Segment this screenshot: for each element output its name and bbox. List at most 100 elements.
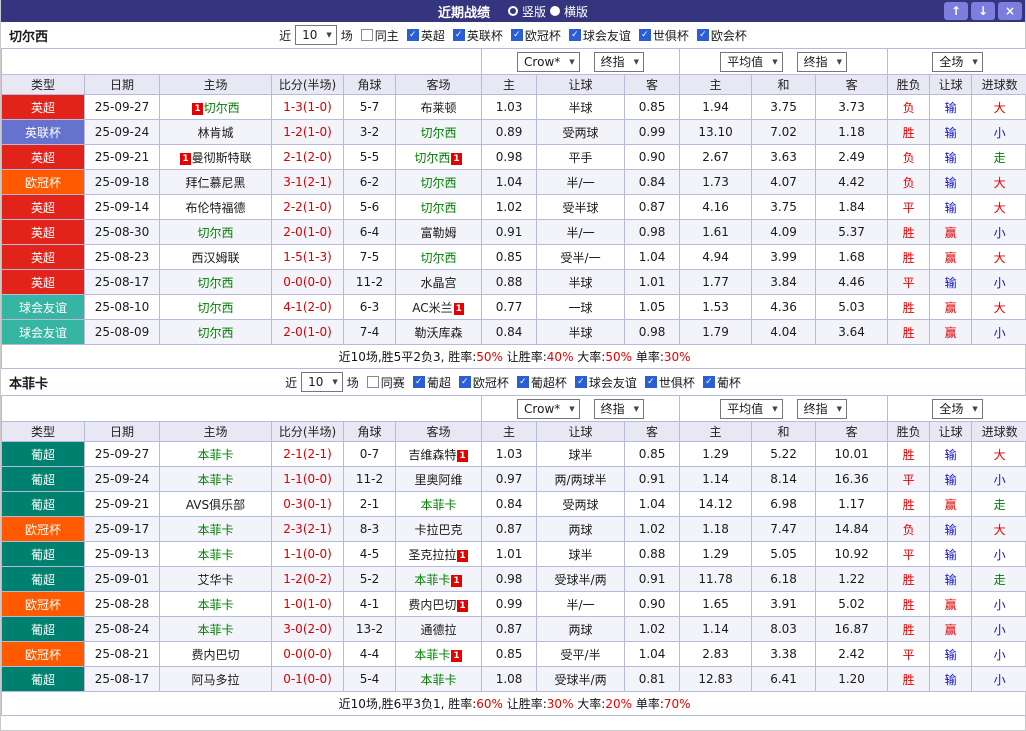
filter-checkbox-5[interactable]: ✓ 世俱杯 bbox=[638, 27, 689, 44]
match-count-select[interactable]: 10 ▼ bbox=[301, 372, 343, 392]
near-label: 近 bbox=[285, 375, 298, 390]
scroll-up-button[interactable]: ↑ bbox=[944, 2, 968, 20]
checkbox-icon[interactable]: ✓ bbox=[510, 29, 523, 41]
corners-cell: 4-5 bbox=[343, 541, 396, 567]
layout-radio-option-0[interactable]: 竖版 bbox=[507, 3, 546, 20]
checkbox-icon[interactable] bbox=[366, 376, 379, 388]
select-value: 终指 bbox=[803, 55, 828, 69]
filter-checkbox-6[interactable]: ✓ 葡杯 bbox=[702, 374, 741, 391]
handicap-home-odds-cell: 0.98 bbox=[481, 144, 538, 170]
avg-draw-odds-cell: 4.07 bbox=[751, 169, 817, 195]
filter-checkbox-2[interactable]: ✓ 英联杯 bbox=[452, 27, 503, 44]
match-row: 葡超 25-09-27 本菲卡 2-1(2-1) 0-7 吉维森特 1 1.03 球半 0.85 1… bbox=[1, 441, 1026, 467]
handicap-away-odds-cell: 0.87 bbox=[624, 194, 681, 220]
avg-draw-odds-cell: 3.38 bbox=[751, 641, 817, 667]
odds-source-select[interactable]: 终指 ▼ bbox=[796, 398, 847, 419]
handicap-away-odds-cell: 0.91 bbox=[624, 466, 681, 492]
checkbox-icon[interactable]: ✓ bbox=[638, 29, 651, 41]
handicap-home-odds-cell: 0.87 bbox=[481, 516, 538, 542]
odds-source-select[interactable]: 全场 ▼ bbox=[932, 51, 983, 72]
dropdown-group: 全场 ▼ bbox=[889, 51, 1026, 72]
checkbox-icon[interactable]: ✓ bbox=[458, 376, 471, 388]
checkbox-icon[interactable]: ✓ bbox=[644, 376, 657, 388]
filter-checkbox-2[interactable]: ✓ 欧冠杯 bbox=[458, 374, 509, 391]
filter-checkbox-4[interactable]: ✓ 球会友谊 bbox=[574, 374, 637, 391]
team-name: 水晶宫 bbox=[420, 275, 457, 290]
away-team-cell: 本菲卡 1 bbox=[394, 566, 483, 592]
handicap-away-odds-cell: 0.85 bbox=[624, 441, 681, 467]
corners-cell: 5-2 bbox=[343, 566, 396, 592]
odds-source-select[interactable]: 平均值 ▼ bbox=[720, 398, 783, 419]
radio-icon[interactable] bbox=[507, 6, 518, 16]
checkbox-icon[interactable]: ✓ bbox=[574, 376, 587, 388]
match-row: 球会友谊 25-08-10 切尔西 4-1(2-0) 6-3 AC米兰 1 0.77 一球 1.0… bbox=[1, 294, 1026, 320]
match-row: 欧冠杯 25-09-17 本菲卡 2-3(2-1) 8-3 卡拉巴克 0.87 两球 1.02 1… bbox=[1, 516, 1026, 542]
layout-radio-option-1[interactable]: 横版 bbox=[550, 3, 588, 20]
goals-result-cell: 大 bbox=[971, 94, 1026, 120]
handicap-result-cell: 赢 bbox=[929, 244, 973, 270]
checkbox-icon[interactable]: ✓ bbox=[568, 29, 581, 41]
close-button[interactable]: × bbox=[998, 2, 1022, 20]
checkbox-icon[interactable]: ✓ bbox=[516, 376, 529, 388]
filter-checkbox-3[interactable]: ✓ 葡超杯 bbox=[516, 374, 567, 391]
filter-controls: 近 10 ▼ 场同主 ✓ 英超 ✓ 英联杯 ✓ 欧冠杯 ✓ 球会友谊 ✓ 世俱杯 ✓ 欧会杯 bbox=[279, 25, 747, 45]
checkbox-icon[interactable]: ✓ bbox=[696, 29, 709, 41]
table-header-row: 类型 日期 主场 比分(半场) 角球 客场主让球客主和客胜负 让球 进球数 bbox=[1, 421, 1026, 442]
handicap-line-cell: 两/两球半 bbox=[536, 466, 626, 492]
handicap-line-cell: 球半 bbox=[536, 541, 626, 567]
handicap-line-cell: 受球半/两 bbox=[536, 666, 626, 692]
odds-source-select[interactable]: 平均值 ▼ bbox=[720, 51, 783, 72]
checkbox-label: 世俱杯 bbox=[658, 375, 695, 390]
avg-away-odds-cell: 3.64 bbox=[815, 319, 889, 345]
filter-checkbox-0[interactable]: 同赛 bbox=[366, 374, 405, 391]
team-name: 阿马多拉 bbox=[191, 672, 240, 687]
checkbox-icon[interactable]: ✓ bbox=[452, 29, 465, 41]
select-value: 终指 bbox=[600, 402, 625, 416]
filter-checkbox-6[interactable]: ✓ 欧会杯 bbox=[696, 27, 747, 44]
handicap-home-odds-cell: 0.91 bbox=[481, 219, 538, 245]
filter-checkbox-0[interactable]: 同主 bbox=[360, 27, 399, 44]
result-cell: 平 bbox=[887, 194, 931, 220]
home-team-cell: 1 切尔西 bbox=[159, 94, 272, 120]
checkbox-icon[interactable]: ✓ bbox=[702, 376, 715, 388]
filter-checkbox-5[interactable]: ✓ 世俱杯 bbox=[644, 374, 695, 391]
match-count-select[interactable]: 10 ▼ bbox=[295, 25, 337, 45]
match-row: 欧冠杯 25-08-28 本菲卡 1-0(1-0) 4-1 费内巴切 1 0.99 半/一 0.9… bbox=[1, 591, 1026, 617]
filter-checkbox-1[interactable]: ✓ 葡超 bbox=[412, 374, 451, 391]
odds-source-select[interactable]: 全场 ▼ bbox=[932, 398, 983, 419]
team-name: 布莱顿 bbox=[420, 100, 457, 115]
away-team-cell: 卡拉巴克 bbox=[394, 516, 483, 542]
checkbox-icon[interactable]: ✓ bbox=[406, 29, 419, 41]
league-cell: 英超 bbox=[1, 94, 85, 120]
team-name: 圣克拉拉 bbox=[408, 547, 457, 562]
team-name: 切尔西 bbox=[197, 300, 234, 315]
odds-source-select[interactable]: Crow* ▼ bbox=[517, 398, 580, 419]
radio-icon[interactable] bbox=[550, 6, 560, 16]
filter-checkbox-4[interactable]: ✓ 球会友谊 bbox=[568, 27, 631, 44]
scroll-down-button[interactable]: ↓ bbox=[971, 2, 995, 20]
chevron-down-icon: ▼ bbox=[836, 57, 842, 66]
checkbox-icon[interactable] bbox=[360, 29, 373, 41]
checkbox-icon[interactable]: ✓ bbox=[412, 376, 425, 388]
odds-source-select[interactable]: 终指 ▼ bbox=[796, 51, 847, 72]
date-cell: 25-09-24 bbox=[84, 466, 160, 492]
summary-text: 近10场,胜5平2负3, 胜率:50% 让胜率:40% 大率:50% 单率:30… bbox=[0, 344, 1026, 369]
score-cell: 1-2(1-0) bbox=[271, 119, 344, 145]
league-cell: 葡超 bbox=[1, 491, 85, 517]
odds-source-select[interactable]: 终指 ▼ bbox=[593, 51, 645, 72]
column-header: 角球 bbox=[343, 421, 396, 442]
avg-home-odds-cell: 1.65 bbox=[679, 591, 753, 617]
filter-checkbox-3[interactable]: ✓ 欧冠杯 bbox=[510, 27, 561, 44]
avg-draw-odds-cell: 4.09 bbox=[751, 219, 817, 245]
result-cell: 胜 bbox=[887, 616, 931, 642]
filter-checkbox-1[interactable]: ✓ 英超 bbox=[406, 27, 445, 44]
odds-source-select[interactable]: Crow* ▼ bbox=[517, 51, 580, 72]
match-row: 葡超 25-08-17 阿马多拉 0-1(0-0) 5-4 本菲卡 1.08 受球半/两 0.8… bbox=[1, 666, 1026, 692]
filter-row: 本菲卡近 10 ▼ 场同赛 ✓ 葡超 ✓ 欧冠杯 ✓ 葡超杯 ✓ 球会友谊 ✓ 世俱杯 ✓ 葡杯 bbox=[1, 369, 1025, 395]
odds-source-select[interactable]: 终指 ▼ bbox=[593, 398, 645, 419]
match-row: 葡超 25-09-13 本菲卡 1-1(0-0) 4-5 圣克拉拉 1 1.01 球半 0.88 1… bbox=[1, 541, 1026, 567]
checkbox-label: 欧冠杯 bbox=[524, 28, 561, 43]
league-cell: 葡超 bbox=[1, 466, 85, 492]
team-name: 富勒姆 bbox=[420, 225, 457, 240]
red-card-badge: 1 bbox=[457, 449, 468, 462]
